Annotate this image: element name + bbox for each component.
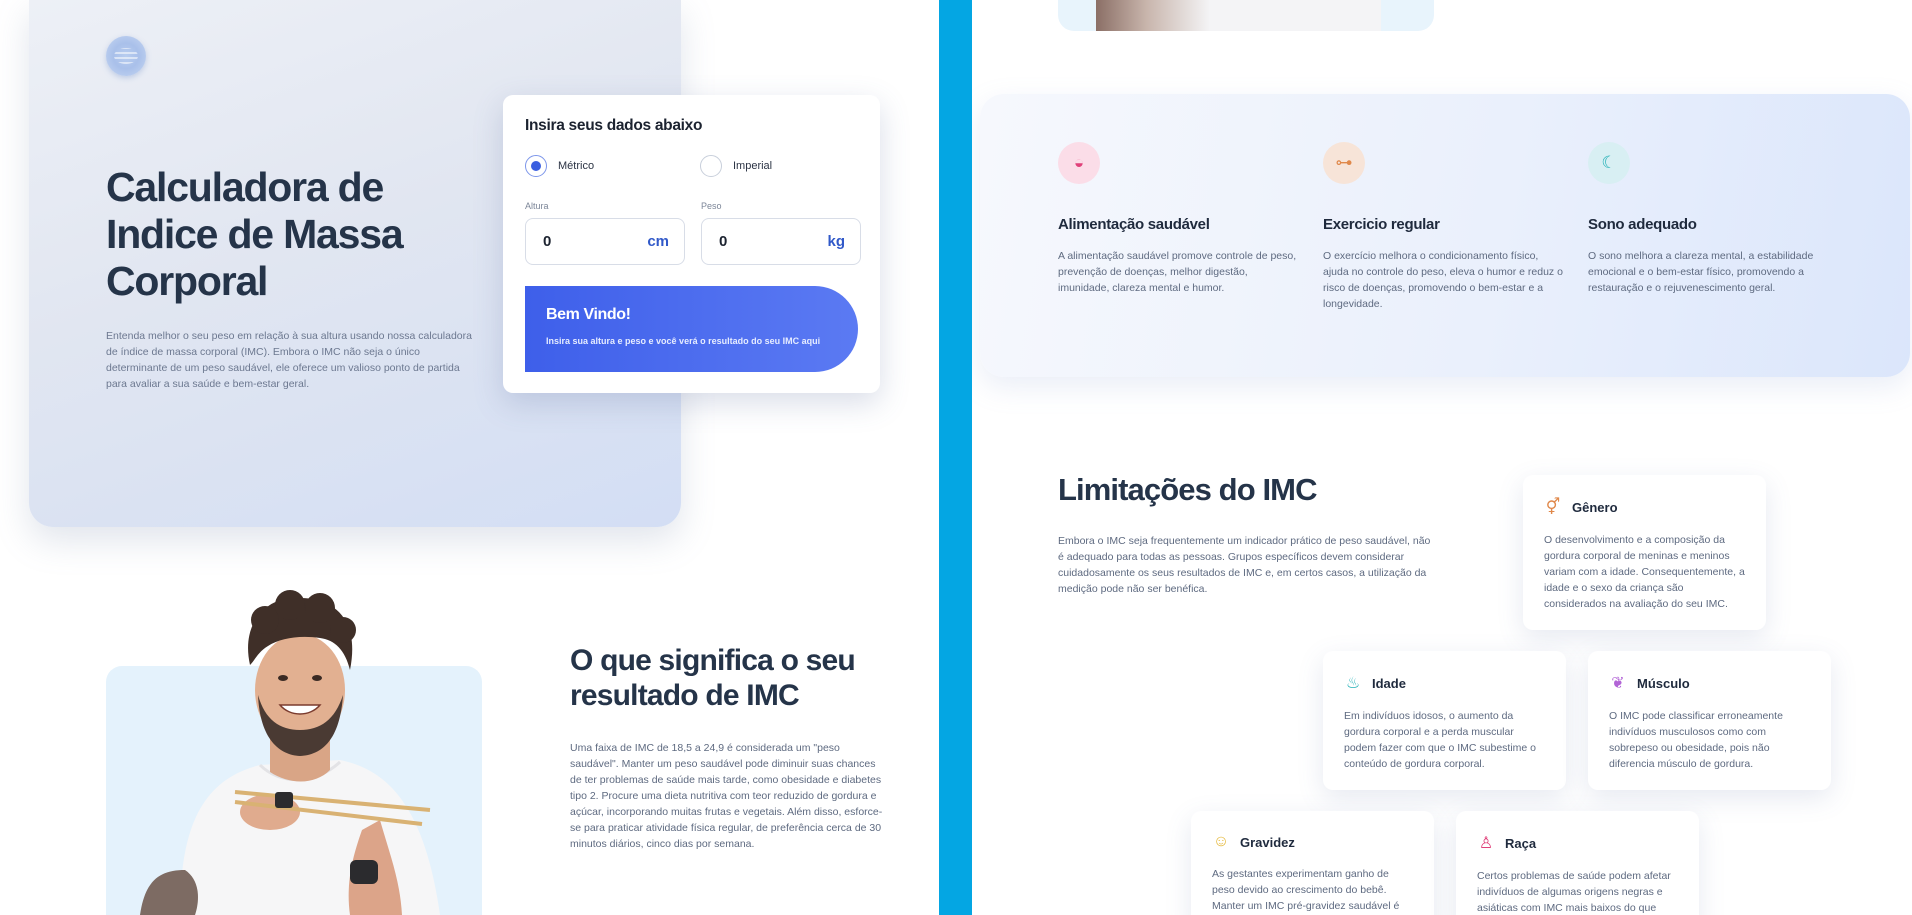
- limitation-title: Gênero: [1572, 499, 1618, 515]
- weight-label: Peso: [701, 201, 722, 211]
- radio-metric-label: Métrico: [558, 160, 595, 172]
- radio-checked-icon[interactable]: [525, 155, 547, 177]
- limitations-description: Embora o IMC seja frequentemente um indi…: [1058, 535, 1431, 595]
- benefit-item: ☾ Sono adequado O sono melhora a clareza…: [1588, 142, 1828, 296]
- panel-divider: [939, 0, 972, 915]
- benefit-description: A alimentação saudável promove controle …: [1058, 250, 1297, 294]
- limitation-card-pregnancy: ☺ Gravidez As gestantes experimentam gan…: [1191, 811, 1434, 915]
- moon-icon: ☾: [1588, 142, 1630, 184]
- benefit-title: Exercicio regular: [1323, 216, 1440, 233]
- radio-imperial[interactable]: Imperial: [700, 155, 772, 177]
- limitation-title: Músculo: [1637, 675, 1690, 691]
- limitation-title: Idade: [1372, 675, 1406, 691]
- benefit-title: Alimentação saudável: [1058, 216, 1210, 233]
- bmi-form-card: Insira seus dados abaixo Métrico Imperia…: [503, 95, 880, 393]
- page-title: Calculadora de Indice de Massa Corporal: [106, 164, 404, 304]
- limitation-card-race: ♙ Raça Certos problemas de saúde podem a…: [1456, 811, 1699, 915]
- bowl-icon: ◒: [1058, 142, 1100, 184]
- limitation-description: As gestantes experimentam ganho de peso …: [1212, 868, 1400, 912]
- limitation-card-gender: ⚥ Gênero O desenvolvimento e a composiçã…: [1523, 475, 1766, 630]
- limitation-description: O desenvolvimento e a composição da gord…: [1544, 534, 1745, 610]
- height-unit: cm: [647, 233, 669, 250]
- height-value[interactable]: 0: [543, 233, 551, 250]
- muscle-icon: ❦: [1611, 675, 1625, 692]
- meaning-description: Uma faixa de IMC de 18,5 a 24,9 é consid…: [570, 742, 883, 850]
- benefit-item: ◒ Alimentação saudável A alimentação sau…: [1058, 142, 1298, 296]
- form-title: Insira seus dados abaixo: [525, 117, 703, 134]
- benefit-item: ⊶ Exercicio regular O exercício melhora …: [1323, 142, 1563, 312]
- limitation-card-muscle: ❦ Músculo O IMC pode classificar erronea…: [1588, 651, 1831, 790]
- result-subtitle: Insira sua altura e peso e você verá o r…: [546, 336, 821, 346]
- limitation-title: Gravidez: [1240, 834, 1295, 850]
- benefit-description: O sono melhora a clareza mental, a estab…: [1588, 250, 1814, 294]
- hero-description: Entenda melhor o seu peso em relação à s…: [106, 330, 472, 390]
- tattoo-arm-image: [1096, 0, 1381, 31]
- benefit-description: O exercício melhora o condicionamento fí…: [1323, 250, 1563, 310]
- radio-unchecked-icon[interactable]: [700, 155, 722, 177]
- race-icon: ♙: [1478, 835, 1494, 852]
- height-input[interactable]: 0 cm: [525, 218, 685, 265]
- limitation-description: Em indivíduos idosos, o aumento da gordu…: [1344, 710, 1537, 770]
- right-page: ◒ Alimentação saudável A alimentação sau…: [972, 0, 1912, 915]
- height-label: Altura: [525, 201, 549, 211]
- benefit-title: Sono adequado: [1588, 216, 1697, 233]
- logo-icon[interactable]: [106, 36, 146, 76]
- left-page: Calculadora de Indice de Massa Corporal …: [0, 0, 939, 915]
- weight-input[interactable]: 0 kg: [701, 218, 861, 265]
- limitations-title: Limitações do IMC: [1058, 472, 1317, 507]
- pregnancy-icon: ☺: [1212, 833, 1230, 850]
- weight-unit: kg: [827, 233, 845, 250]
- radio-imperial-label: Imperial: [733, 160, 773, 172]
- man-eating-photo: [140, 590, 440, 915]
- gender-icon: ⚥: [1545, 499, 1561, 516]
- top-photo-strip: [1058, 0, 1434, 31]
- weight-value[interactable]: 0: [719, 233, 727, 250]
- result-banner: Bem Vindo! Insira sua altura e peso e vo…: [525, 286, 858, 372]
- limitation-card-age: ♨ Idade Em indivíduos idosos, o aumento …: [1323, 651, 1566, 790]
- radio-metric[interactable]: Métrico: [525, 155, 594, 177]
- meaning-title: O que significa o seu resultado de IMC: [570, 644, 856, 712]
- dumbbell-icon: ⊶: [1323, 142, 1365, 184]
- limitation-description: Certos problemas de saúde podem afetar i…: [1477, 870, 1671, 914]
- limitation-title: Raça: [1505, 835, 1537, 851]
- limitation-description: O IMC pode classificar erroneamente indi…: [1609, 710, 1783, 770]
- cake-icon: ♨: [1345, 675, 1361, 692]
- result-title: Bem Vindo!: [546, 306, 631, 323]
